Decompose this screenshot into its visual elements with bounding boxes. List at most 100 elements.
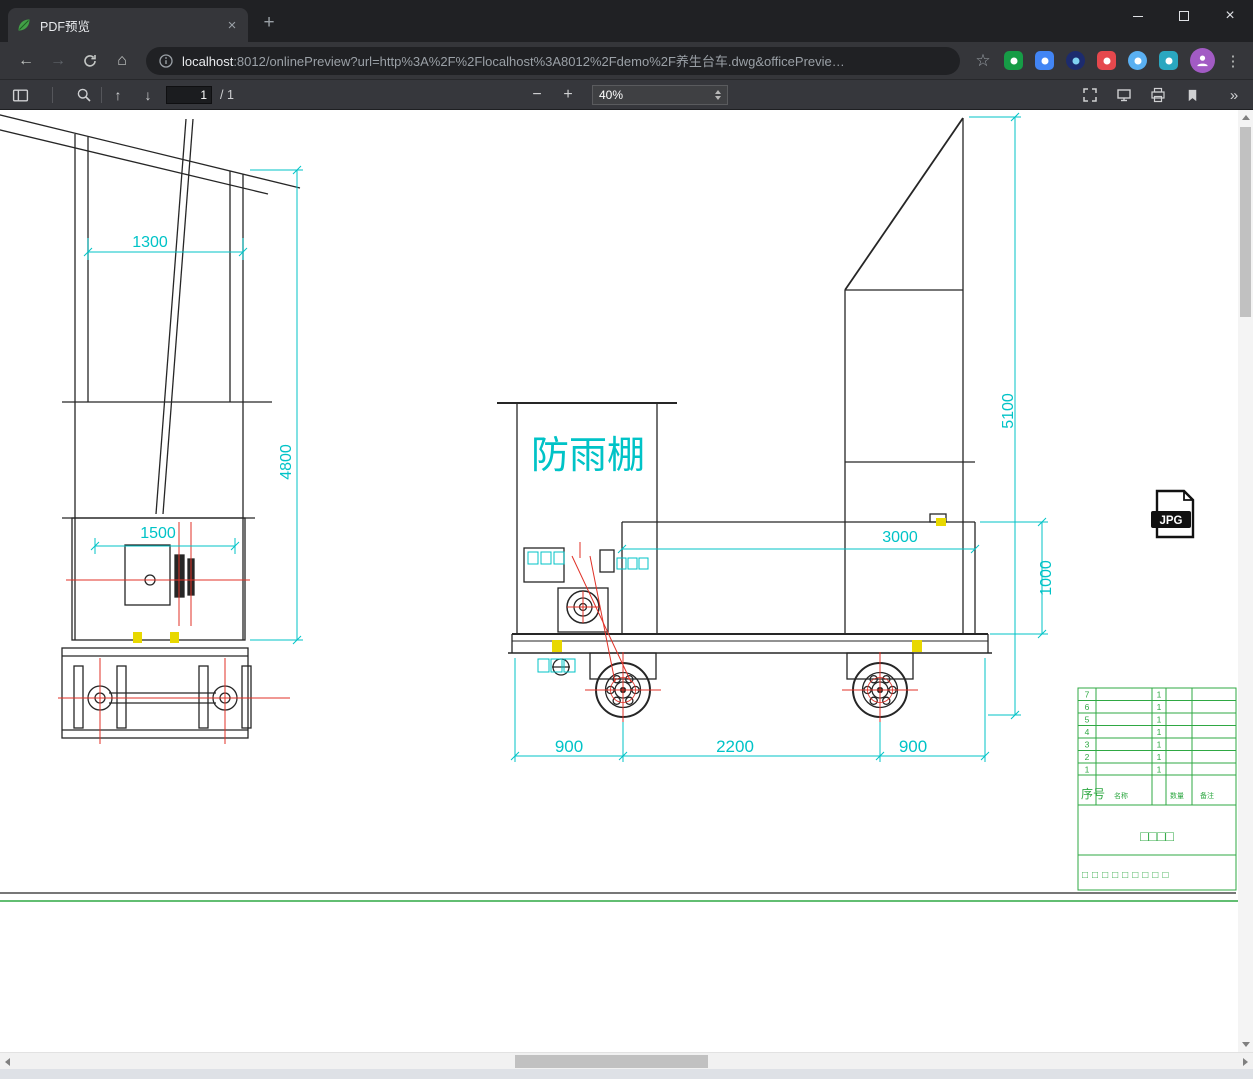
row-qty: 1 [1157,690,1162,700]
header-qty: 数量 [1170,791,1184,800]
minimize-button[interactable] [1115,0,1161,32]
close-window-button[interactable]: × [1207,0,1253,32]
cad-drawing: 1300 4800 1500 3000 1000 5100 900 2200 9… [0,112,1238,902]
sidebar-toggle-button[interactable] [8,83,32,107]
scroll-down-button[interactable] [1238,1037,1253,1052]
bookmark-star-icon[interactable]: ☆ [970,48,996,74]
extension-icon-6[interactable] [1159,51,1178,70]
more-tools-button[interactable]: » [1222,83,1246,107]
drawing-title: □□□□ [1140,828,1174,844]
presentation-mode-button[interactable] [1112,83,1136,107]
header-name: 名称 [1114,791,1128,800]
print-button[interactable] [1146,83,1170,107]
fullscreen-button[interactable] [1078,83,1102,107]
row-no: 5 [1085,715,1090,725]
reload-icon [84,54,96,67]
reload-button[interactable] [78,49,102,73]
row-qty: 1 [1157,727,1162,737]
extension-icon-2[interactable] [1035,51,1054,70]
canopy-label: 防雨棚 [531,435,645,477]
dim-platform-height: 1000 [1038,560,1055,596]
dim-overhang-right: 900 [899,737,927,756]
screen-icon [1117,89,1131,102]
url-host: localhost [182,54,234,69]
dim-wheelbase: 2200 [716,737,754,756]
home-button[interactable]: ⌂ [110,49,134,73]
search-icon [77,88,91,102]
minimize-icon [1133,15,1143,17]
scroll-left-button[interactable] [0,1054,15,1069]
back-button[interactable]: ← [14,49,38,73]
row-no: 7 [1085,690,1090,700]
browser-tab[interactable]: PDF预览 × [8,8,248,42]
page-info-icon[interactable] [158,53,174,69]
vertical-scrollbar[interactable] [1238,110,1253,1052]
title-block [0,687,1238,902]
fullscreen-icon [1083,88,1097,102]
jpg-label: JPG [1159,515,1182,527]
forward-button[interactable]: → [46,49,70,73]
dim-platform-length: 3000 [882,529,918,546]
horizontal-scroll-thumb[interactable] [515,1055,708,1068]
dim-front-width: 1300 [132,234,168,251]
tab-title: PDF预览 [40,19,91,34]
row-qty: 1 [1157,765,1162,775]
jpg-file-icon: JPG [1151,489,1195,539]
scroll-up-button[interactable] [1238,110,1253,125]
side-view [0,117,1236,894]
maximize-button[interactable] [1161,0,1207,32]
extension-icon-1[interactable] [1004,51,1023,70]
title-block-text: 7 1 6 1 5 1 4 1 3 1 2 1 1 1 序号 名称 数量 备注 … [1081,690,1214,882]
leaf-favicon-icon [18,19,30,31]
dim-cabinet-width: 1500 [140,525,176,542]
toolbar-divider [101,87,102,103]
pdf-viewer-toolbar: ↑ ↓ / 1 − + 40% » [0,80,1253,110]
row-qty: 1 [1157,715,1162,725]
find-button[interactable] [72,83,96,107]
tab-close-icon[interactable]: × [224,17,240,34]
row-no: 4 [1085,727,1090,737]
row-no: 6 [1085,702,1090,712]
zoom-in-button[interactable]: + [556,83,580,107]
extension-icon-3[interactable] [1066,51,1085,70]
header-note: 备注 [1200,791,1214,800]
yellow-markers [133,518,946,652]
address-bar: ← → ⌂ localhost:8012/onlinePreview?url=h… [0,42,1253,80]
close-icon: × [1225,7,1235,24]
row-no: 2 [1085,752,1090,762]
browser-menu-icon[interactable]: ⋮ [1221,52,1245,70]
zoom-spinner-icon[interactable] [715,90,721,100]
zoom-out-button[interactable]: − [525,83,549,107]
url-rest: :8012/onlinePreview?url=http%3A%2F%2Floc… [233,54,845,69]
next-page-button[interactable]: ↓ [136,83,160,107]
previous-page-button[interactable]: ↑ [106,83,130,107]
zoom-select[interactable]: 40% [592,85,728,105]
dim-total-height: 5100 [1000,393,1017,429]
bookmark-button[interactable] [1180,83,1204,107]
row-qty: 1 [1157,702,1162,712]
extension-icon-5[interactable] [1128,51,1147,70]
page-count-label: / 1 [220,88,234,102]
omnibox[interactable]: localhost:8012/onlinePreview?url=http%3A… [146,46,960,75]
scroll-right-button[interactable] [1238,1054,1253,1069]
horizontal-scrollbar[interactable] [0,1052,1253,1069]
front-view [0,114,301,739]
profile-avatar[interactable] [1190,48,1215,73]
printer-icon [1151,87,1165,103]
extension-icon-4[interactable] [1097,51,1116,70]
row-no: 1 [1085,765,1090,775]
window-controls: × [1115,0,1253,32]
pdf-page[interactable]: 1300 4800 1500 3000 1000 5100 900 2200 9… [0,110,1238,1052]
page-number-input[interactable] [166,86,212,104]
dim-front-height: 4800 [278,444,295,480]
row-qty: 1 [1157,740,1162,750]
dimension-labels: 1300 4800 1500 3000 1000 5100 900 2200 9… [132,234,1055,756]
vertical-scroll-thumb[interactable] [1240,127,1251,317]
new-tab-button[interactable]: + [256,10,282,36]
title-block-footer: □□□□□□□□□ [1082,870,1172,881]
dim-overhang-left: 900 [555,737,583,756]
bookmark-icon [1188,89,1196,101]
maximize-icon [1179,11,1189,21]
person-icon [1197,55,1208,67]
url-text: localhost:8012/onlinePreview?url=http%3A… [182,51,948,70]
